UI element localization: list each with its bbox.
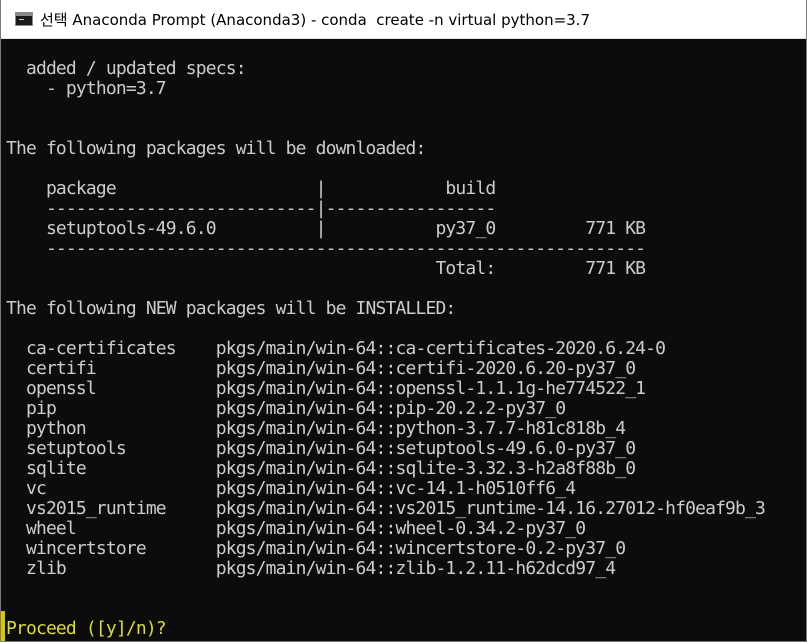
window-title: 선택 Anaconda Prompt (Anaconda3) - conda c… bbox=[40, 10, 590, 29]
console-line: sqlite pkgs/main/win-64::sqlite-3.32.3-h… bbox=[6, 458, 636, 479]
console-line: setuptools pkgs/main/win-64::setuptools-… bbox=[6, 438, 636, 459]
console-output[interactable]: added / updated specs: - python=3.7 The … bbox=[1, 39, 806, 641]
console-line: vc pkgs/main/win-64::vc-14.1-h0510ff6_4 bbox=[6, 478, 576, 499]
console-line: Total: 771 KB bbox=[6, 258, 646, 279]
console-line: setuptools-49.6.0 | py37_0 771 KB bbox=[6, 218, 646, 239]
console-line: The following NEW packages will be INSTA… bbox=[6, 298, 456, 319]
console-line: wheel pkgs/main/win-64::wheel-0.34.2-py3… bbox=[6, 518, 586, 539]
console-line: The following packages will be downloade… bbox=[6, 138, 426, 159]
terminal-icon bbox=[15, 12, 33, 26]
console-line: ----------------------------------------… bbox=[6, 238, 646, 259]
console-line: ca-certificates pkgs/main/win-64::ca-cer… bbox=[6, 338, 666, 359]
console-line: openssl pkgs/main/win-64::openssl-1.1.1g… bbox=[6, 378, 646, 399]
console-line: vs2015_runtime pkgs/main/win-64::vs2015_… bbox=[6, 498, 766, 519]
title-bar[interactable]: 선택 Anaconda Prompt (Anaconda3) - conda c… bbox=[1, 0, 806, 39]
console-line: - python=3.7 bbox=[6, 78, 167, 99]
console-line: added / updated specs: bbox=[6, 58, 247, 79]
console-window: 선택 Anaconda Prompt (Anaconda3) - conda c… bbox=[0, 0, 807, 642]
console-line: zlib pkgs/main/win-64::zlib-1.2.11-h62dc… bbox=[6, 558, 616, 579]
console-line: package | build bbox=[6, 178, 496, 199]
selection-marker bbox=[1, 611, 5, 641]
console-line: certifi pkgs/main/win-64::certifi-2020.6… bbox=[6, 358, 636, 379]
console-line: wincertstore pkgs/main/win-64::wincertst… bbox=[6, 538, 626, 559]
console-line: ---------------------------|------------… bbox=[6, 198, 496, 219]
console-line: pip pkgs/main/win-64::pip-20.2.2-py37_0 bbox=[6, 398, 566, 419]
proceed-prompt[interactable]: Proceed ([y]/n)? bbox=[6, 619, 167, 639]
console-line: python pkgs/main/win-64::python-3.7.7-h8… bbox=[6, 418, 626, 439]
